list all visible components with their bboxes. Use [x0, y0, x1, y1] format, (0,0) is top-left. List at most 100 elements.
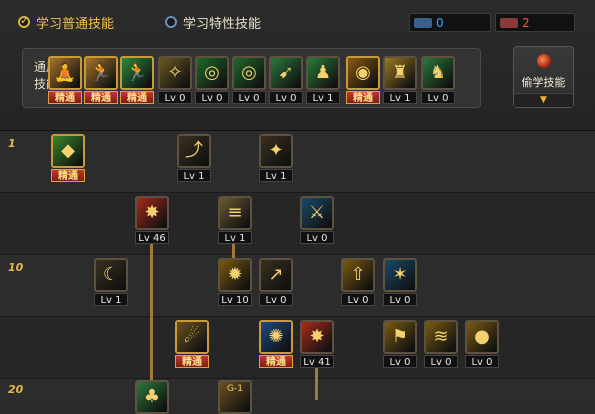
tree-row: 1	[0, 131, 595, 192]
steal-skill-label: 偷学技能	[521, 76, 566, 89]
skill-level-label: Lv 0	[259, 293, 293, 306]
skill-slot[interactable]: ✺ 精通	[259, 320, 293, 368]
slash-up-icon: ✦	[259, 134, 293, 168]
thrust-icon: ↗	[259, 258, 293, 292]
skill-connector	[150, 238, 153, 380]
skill-level-label: Lv 0	[300, 231, 334, 244]
skill-slot[interactable]: ✸ Lv 46	[135, 196, 169, 244]
stance-icon: ♞	[421, 56, 455, 90]
skill-glyph: ✶	[392, 264, 408, 285]
skill-slot[interactable]: ⇧ Lv 0	[341, 258, 375, 306]
crescent-slash-icon: ☾	[94, 258, 128, 292]
skill-slot[interactable]: ≡ Lv 1	[218, 196, 252, 244]
skill-slot[interactable]: ◉ 精通	[346, 56, 380, 104]
skill-glyph: ↗	[268, 264, 284, 285]
skill-level-label: Lv 1	[177, 169, 211, 182]
tp-counter: 2	[495, 13, 575, 32]
skill-slot[interactable]: ♟ Lv 1	[306, 56, 340, 104]
skill-glyph: ⚔	[308, 202, 326, 223]
arrow-up-icon: ⤴	[177, 134, 211, 168]
skill-glyph: ☄	[183, 326, 201, 347]
row-divider	[0, 378, 595, 379]
skill-level-label: Lv 0	[195, 91, 229, 104]
skill-glyph: 🏃	[125, 62, 149, 83]
check-icon	[18, 14, 30, 28]
tree-row: 10	[0, 255, 595, 316]
skill-glyph: 🏃	[89, 62, 113, 83]
skill-slot[interactable]: ➹ Lv 0	[269, 56, 303, 104]
skill-slot[interactable]: ● Lv 0	[465, 320, 499, 368]
skill-glyph: ✹	[227, 264, 243, 285]
skill-slot[interactable]: ✸ Lv 41	[300, 320, 334, 368]
sp-value: 0	[436, 15, 444, 30]
tree-row	[0, 317, 595, 378]
skill-glyph: ◎	[204, 62, 220, 83]
skill-glyph: ✺	[268, 326, 284, 347]
skill-level-label: Lv 0	[158, 91, 192, 104]
skill-glyph: ➹	[278, 62, 294, 83]
skill-slot[interactable]: ≋ Lv 0	[424, 320, 458, 368]
skill-glyph: ⚑	[391, 326, 409, 347]
meditate-icon: 🧘	[48, 56, 82, 90]
ice-spike-icon: ✶	[383, 258, 417, 292]
skill-level-label: Lv 0	[341, 293, 375, 306]
row-divider	[0, 254, 595, 255]
skill-slot[interactable]: ↗ Lv 0	[259, 258, 293, 306]
skill-slot[interactable]: G-1	[218, 380, 252, 414]
skill-glyph: ◎	[241, 62, 257, 83]
level-label: 20	[8, 383, 24, 396]
skill-slot[interactable]: ⤴ Lv 1	[177, 134, 211, 182]
wing-icon: ✧	[158, 56, 192, 90]
skill-slot[interactable]: ✹ Lv 10	[218, 258, 252, 306]
jump-icon: 🏃	[84, 56, 118, 90]
skill-slot[interactable]: ♣	[135, 380, 169, 414]
skill-slot[interactable]: ✦ Lv 1	[259, 134, 293, 182]
strength-icon: ♜	[383, 56, 417, 90]
skill-glyph: ≋	[433, 326, 449, 347]
skill-slot[interactable]: 🧘 精通	[48, 56, 82, 104]
g1-skill-icon: G-1	[218, 380, 252, 414]
dash-icon: 🏃	[120, 56, 154, 90]
common-skills-panel: 通用技能 🧘 精通 🏃 精通 🏃 精通 ✧ Lv 0 ◎ Lv 0 ◎ Lv 0 ➹ Lv 0 ♟ Lv 1 ◉…	[22, 48, 481, 108]
skill-slot[interactable]: ◎ Lv 0	[195, 56, 229, 104]
skill-glyph: ✦	[268, 140, 284, 161]
skill-slot[interactable]: ☄ 精通	[175, 320, 209, 368]
skill-slot[interactable]: ✧ Lv 0	[158, 56, 192, 104]
skill-level-label: Lv 0	[383, 355, 417, 368]
chevron-down-icon[interactable]: ▼	[514, 93, 573, 107]
tp-value: 2	[522, 15, 530, 30]
rise-icon: ⇧	[341, 258, 375, 292]
skill-slot[interactable]: ⚔ Lv 0	[300, 196, 334, 244]
tp-points-icon	[500, 17, 518, 28]
skill-glyph: ♜	[391, 62, 409, 83]
steal-skill-button[interactable]: 偷学技能 ▼	[513, 46, 574, 108]
skill-level-label: Lv 1	[383, 91, 417, 104]
skill-slot[interactable]: ◆ 精通	[51, 134, 85, 182]
row-divider	[0, 192, 595, 193]
skill-slot[interactable]: 🏃 精通	[120, 56, 154, 104]
skill-glyph: ☾	[102, 264, 120, 285]
skill-slot[interactable]: ⚑ Lv 0	[383, 320, 417, 368]
tab-trait-skills[interactable]: 学习特性技能	[165, 12, 261, 32]
grenade-icon: ●	[465, 320, 499, 354]
skill-level-label: Lv 41	[300, 355, 334, 368]
skill-slot[interactable]: ✶ Lv 0	[383, 258, 417, 306]
skill-slot[interactable]: ♜ Lv 1	[383, 56, 417, 104]
skill-slot[interactable]: 🏃 精通	[84, 56, 118, 104]
target-icon: ◎	[195, 56, 229, 90]
tab-normal-skills[interactable]: 学习普通技能	[18, 12, 114, 32]
green-skill-icon: ♣	[135, 380, 169, 414]
skill-level-label: Lv 46	[135, 231, 169, 244]
skill-level-label: Lv 1	[259, 169, 293, 182]
skill-glyph: ✸	[144, 202, 160, 223]
skill-level-label: Lv 0	[421, 91, 455, 104]
skill-level-label: 精通	[259, 355, 293, 368]
skill-slot[interactable]: ☾ Lv 1	[94, 258, 128, 306]
row-divider	[0, 316, 595, 317]
skill-slot[interactable]: ◎ Lv 0	[232, 56, 266, 104]
skill-glyph: ✸	[309, 326, 325, 347]
skill-slot[interactable]: ♞ Lv 0	[421, 56, 455, 104]
skill-glyph: ⤴	[185, 140, 203, 161]
weapon-icon: ⚔	[300, 196, 334, 230]
skill-level-label: 精通	[84, 91, 118, 104]
